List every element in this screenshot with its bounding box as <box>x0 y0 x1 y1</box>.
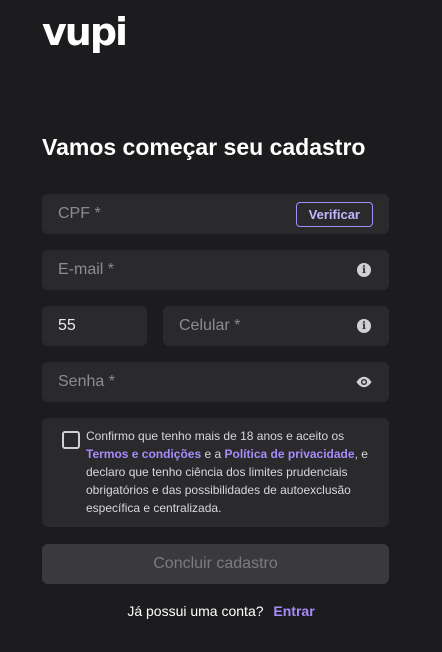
login-link[interactable]: Entrar <box>273 603 314 619</box>
terms-link[interactable]: Termos e condições <box>86 447 201 461</box>
login-prompt: Já possui uma conta? Entrar <box>0 603 442 619</box>
consent-box: Confirmo que tenho mais de 18 anos e ace… <box>42 418 389 527</box>
consent-text: Confirmo que tenho mais de 18 anos e ace… <box>86 427 376 517</box>
consent-text-part: e a <box>201 447 225 461</box>
vupi-logo: vupi <box>42 10 128 54</box>
privacy-link[interactable]: Política de privacidade <box>225 447 355 461</box>
cpf-field[interactable]: CPF * Verificar <box>42 194 389 234</box>
submit-button[interactable]: Concluir cadastro <box>42 544 389 584</box>
info-icon[interactable]: i <box>357 319 371 333</box>
page-title: Vamos começar seu cadastro <box>42 134 366 160</box>
phone-placeholder: Celular * <box>179 317 241 334</box>
cpf-placeholder: CPF * <box>58 205 101 222</box>
consent-text-part: Confirmo que tenho mais de 18 anos e ace… <box>86 429 345 443</box>
eye-icon[interactable] <box>355 375 373 389</box>
email-field[interactable]: E-mail * i <box>42 250 389 290</box>
login-question: Já possui uma conta? <box>127 603 264 619</box>
country-code-value: 55 <box>58 317 76 334</box>
email-placeholder: E-mail * <box>58 261 115 278</box>
verify-cpf-button[interactable]: Verificar <box>295 201 373 227</box>
phone-field[interactable]: Celular * i <box>163 306 389 346</box>
password-field[interactable]: Senha * <box>42 362 389 402</box>
country-code-field[interactable]: 55 <box>42 306 147 346</box>
info-icon[interactable]: i <box>357 263 371 277</box>
consent-checkbox[interactable] <box>62 431 80 449</box>
password-placeholder: Senha * <box>58 373 115 390</box>
submit-label: Concluir cadastro <box>153 555 278 572</box>
